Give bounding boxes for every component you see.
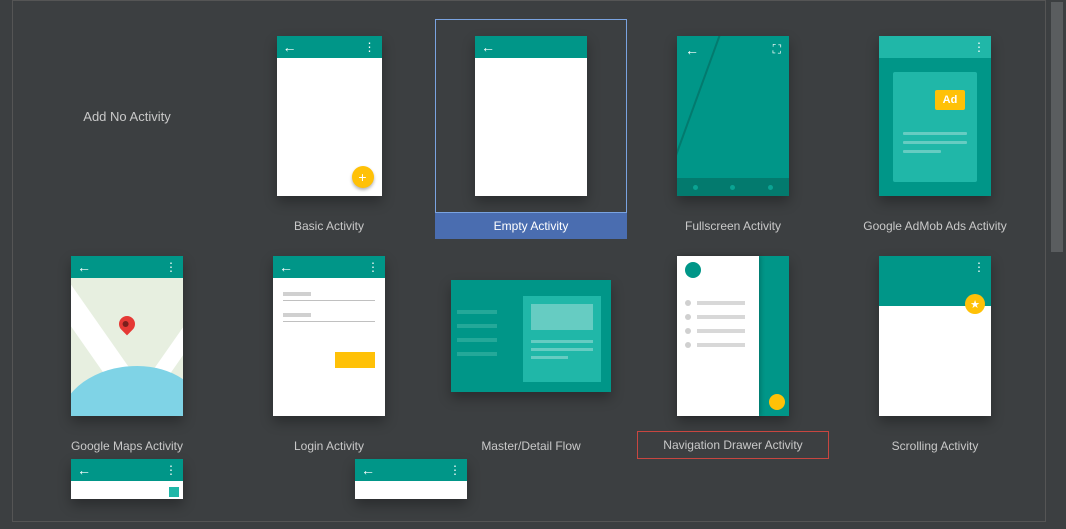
template-master-detail[interactable]: Master/Detail Flow [435,239,627,459]
back-arrow-icon: ← [481,40,495,54]
template-login-activity[interactable]: ← ⋮ Login Activity [233,239,425,459]
thumb-nav-drawer [637,239,829,433]
template-nav-drawer[interactable]: Navigation Drawer Activity [637,239,829,459]
tile-label: Google AdMob Ads Activity [839,213,1031,239]
master-list [457,300,517,366]
tile-label: Basic Activity [233,213,425,239]
back-arrow-icon: ← [361,463,375,477]
login-button-preview [335,352,375,368]
add-no-activity-label: Add No Activity [83,109,170,124]
login-form-preview [283,292,375,334]
vertical-scrollbar[interactable] [1051,2,1063,520]
tile-label: Scrolling Activity [839,433,1031,459]
thumb-add-no-activity: Add No Activity [31,19,223,213]
template-scrolling-activity[interactable]: ⋮ ★ Scrolling Activity [839,239,1031,459]
ad-badge: Ad [935,90,965,110]
template-empty-activity[interactable]: ← Empty Activity [435,19,627,239]
templates-grid: Add No Activity ← ⋮ + Basic Activity [31,19,1035,459]
thumb-maps: ← ⋮ [31,239,223,433]
thumb-admob: ⋮ Ad [839,19,1031,213]
thumb-master-detail [435,239,627,433]
template-partial-1[interactable]: ← ⋮ [31,459,223,499]
scrollbar-thumb[interactable] [1051,2,1063,252]
template-fullscreen-activity[interactable]: ← ⛶ Fullscreen Activity [637,19,829,239]
tile-label: Fullscreen Activity [637,213,829,239]
map-pin-icon [116,313,139,336]
thumb-empty: ← [435,19,627,213]
tile-label: Navigation Drawer Activity [637,431,829,459]
fullscreen-icon: ⛶ [773,42,781,57]
detail-pane [523,296,601,382]
overflow-icon: ⋮ [449,464,461,476]
avatar-icon [685,262,701,278]
map-water [71,366,183,416]
template-maps-activity[interactable]: ← ⋮ Google Maps Activity [31,239,223,459]
overflow-icon: ⋮ [973,41,985,53]
template-admob-activity[interactable]: ⋮ Ad Google AdMob Ads Activity [839,19,1031,239]
back-arrow-icon: ← [283,40,297,54]
overflow-icon: ⋮ [165,464,177,476]
template-partial-2[interactable]: ← ⋮ [315,459,507,499]
back-arrow-icon: ← [77,463,91,477]
templates-panel: Add No Activity ← ⋮ + Basic Activity [12,0,1046,522]
tile-label: Google Maps Activity [31,433,223,459]
tile-label: Login Activity [233,433,425,459]
thumb-basic: ← ⋮ + [233,19,425,213]
diagonal-decoration [677,36,724,196]
ad-card: Ad [893,72,977,182]
navbar-decoration [677,178,789,196]
template-basic-activity[interactable]: ← ⋮ + Basic Activity [233,19,425,239]
tile-label: Master/Detail Flow [435,433,627,459]
star-fab-icon: ★ [965,294,985,314]
fab-icon: + [352,166,374,188]
fab-icon [769,394,785,410]
overflow-icon: ⋮ [973,261,985,273]
template-add-no-activity[interactable]: Add No Activity [31,19,223,239]
back-arrow-icon: ← [279,260,293,274]
activity-template-chooser: Add No Activity ← ⋮ + Basic Activity [0,0,1066,529]
thumb-fullscreen: ← ⛶ [637,19,829,213]
back-arrow-icon: ← [77,260,91,274]
back-arrow-icon: ← [685,42,699,58]
overflow-icon: ⋮ [364,41,376,53]
tile-label: Empty Activity [435,213,627,239]
row-3-cutoff: ← ⋮ ← ⋮ [31,459,507,499]
drawer-behind [759,256,789,416]
tile-label [31,213,223,239]
drawer-panel [677,256,759,416]
thumb-login: ← ⋮ [233,239,425,433]
thumb-scrolling: ⋮ ★ [839,239,1031,433]
overflow-icon: ⋮ [165,261,177,273]
check-icon [169,487,179,497]
overflow-icon: ⋮ [367,261,379,273]
